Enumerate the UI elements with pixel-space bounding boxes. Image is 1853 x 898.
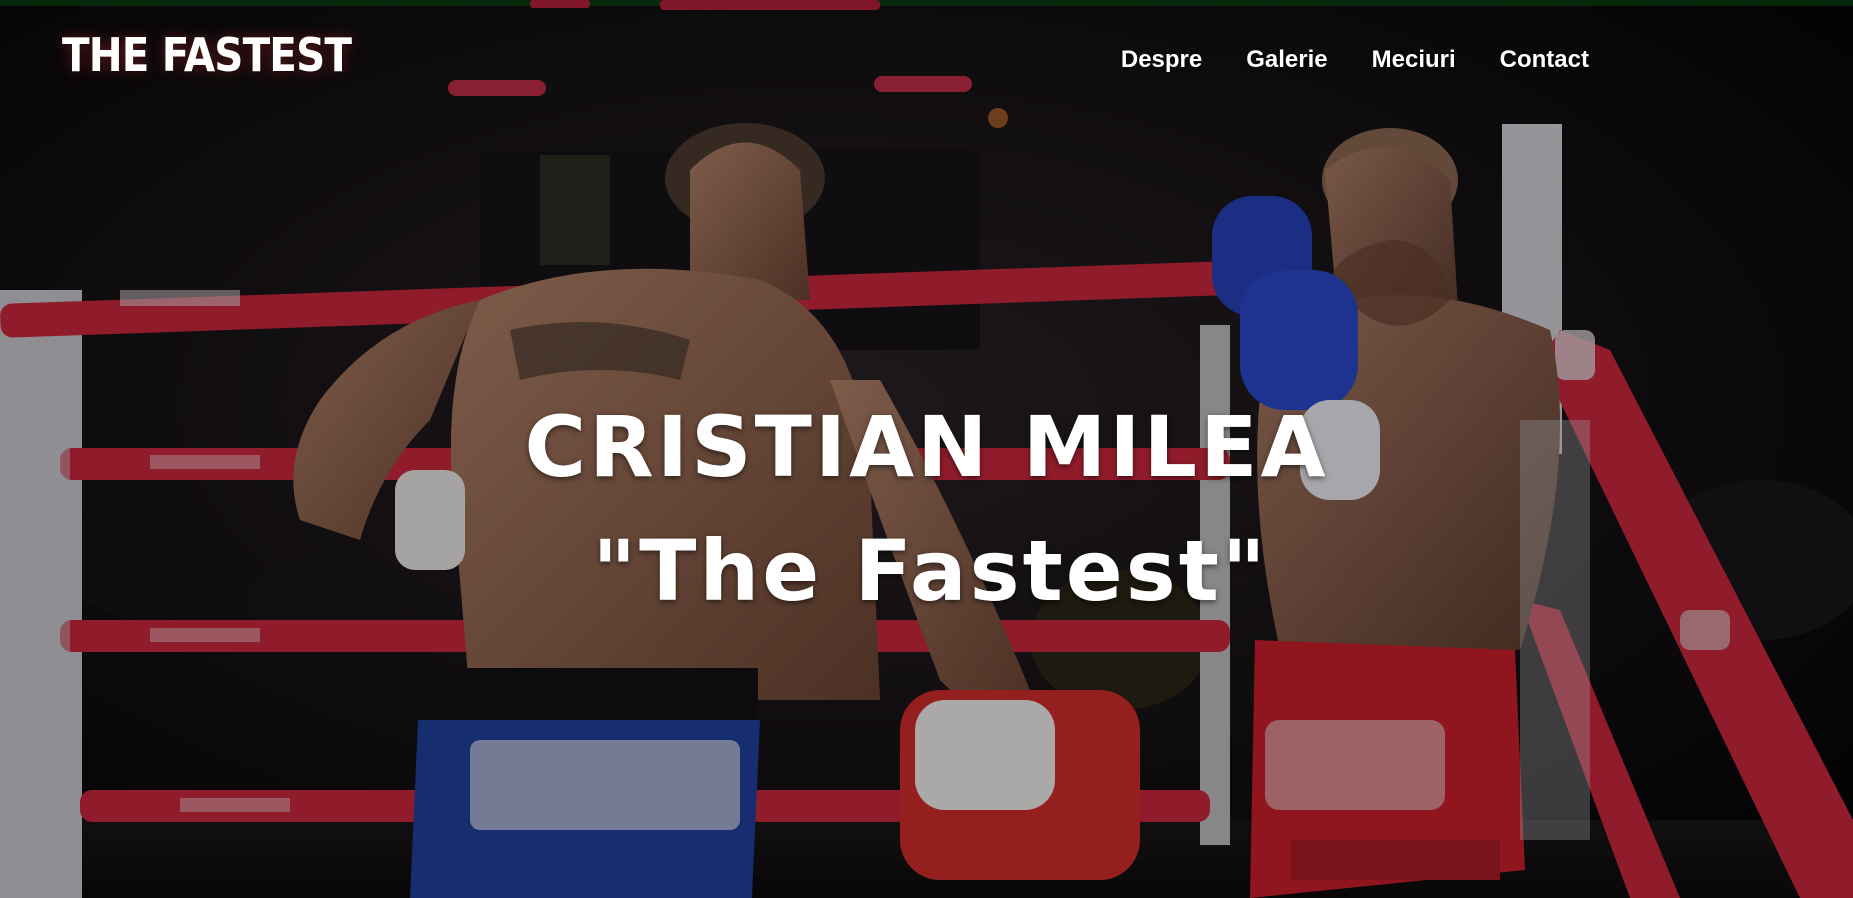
nav-link-meciuri[interactable]: Meciuri	[1372, 46, 1456, 74]
hero-title-nickname: "The Fastest"	[592, 522, 1269, 620]
hero-title: CRISTIAN MILEA "The Fastest"	[0, 385, 1853, 633]
nav-link-contact[interactable]: Contact	[1500, 46, 1589, 74]
hero-title-name: CRISTIAN MILEA	[524, 398, 1329, 496]
site-logo[interactable]: THE FASTEST	[62, 28, 352, 82]
nav-link-despre[interactable]: Despre	[1121, 46, 1202, 74]
main-nav: Despre Galerie Meciuri Contact	[1121, 46, 1589, 74]
hero-section: THE FASTEST Despre Galerie Meciuri Conta…	[0, 0, 1853, 898]
top-navbar: THE FASTEST Despre Galerie Meciuri Conta…	[0, 0, 1853, 120]
nav-link-galerie[interactable]: Galerie	[1246, 46, 1327, 74]
